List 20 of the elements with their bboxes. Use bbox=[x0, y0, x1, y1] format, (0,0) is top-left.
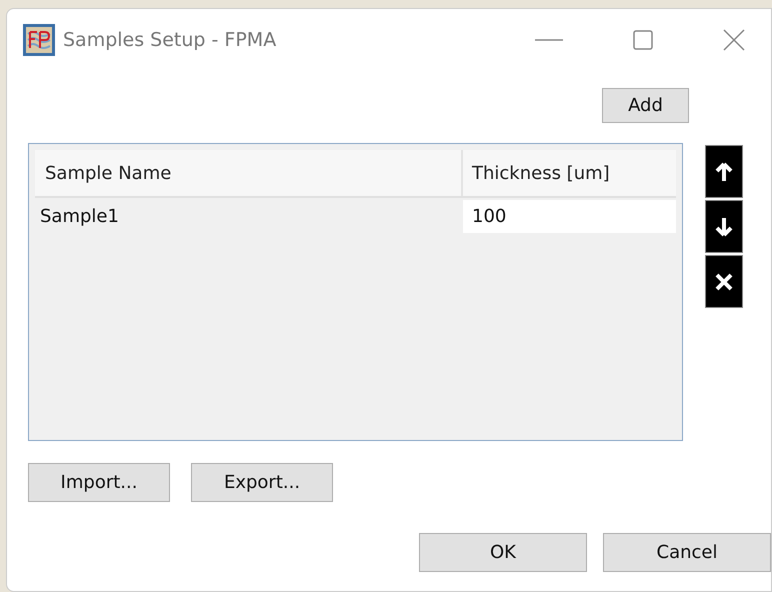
column-header[interactable]: Thickness [um] bbox=[463, 150, 676, 196]
delete-button[interactable] bbox=[705, 255, 743, 308]
table-cell-text: Sample1 bbox=[39, 205, 120, 229]
maximize-icon[interactable] bbox=[633, 30, 653, 50]
minimize-icon[interactable] bbox=[535, 38, 563, 42]
move-up-button[interactable] bbox=[705, 145, 743, 198]
arrow-up-icon bbox=[715, 162, 733, 182]
table-cell: 100 bbox=[463, 200, 676, 233]
move-down-button[interactable] bbox=[705, 200, 743, 253]
import-button[interactable]: Import... bbox=[28, 463, 170, 502]
dialog-button[interactable]: Cancel bbox=[603, 533, 771, 572]
app-logo-icon bbox=[23, 24, 55, 56]
column-header[interactable]: Sample Name bbox=[35, 150, 463, 196]
window-title: Samples Setup - FPMA bbox=[63, 29, 276, 51]
close-icon bbox=[715, 272, 733, 290]
export-button[interactable]: Export... bbox=[191, 463, 333, 502]
add-button[interactable]: Add bbox=[602, 88, 689, 123]
close-icon[interactable] bbox=[723, 29, 745, 51]
arrow-down-icon bbox=[715, 216, 733, 236]
dialog-button[interactable]: OK bbox=[419, 533, 587, 572]
